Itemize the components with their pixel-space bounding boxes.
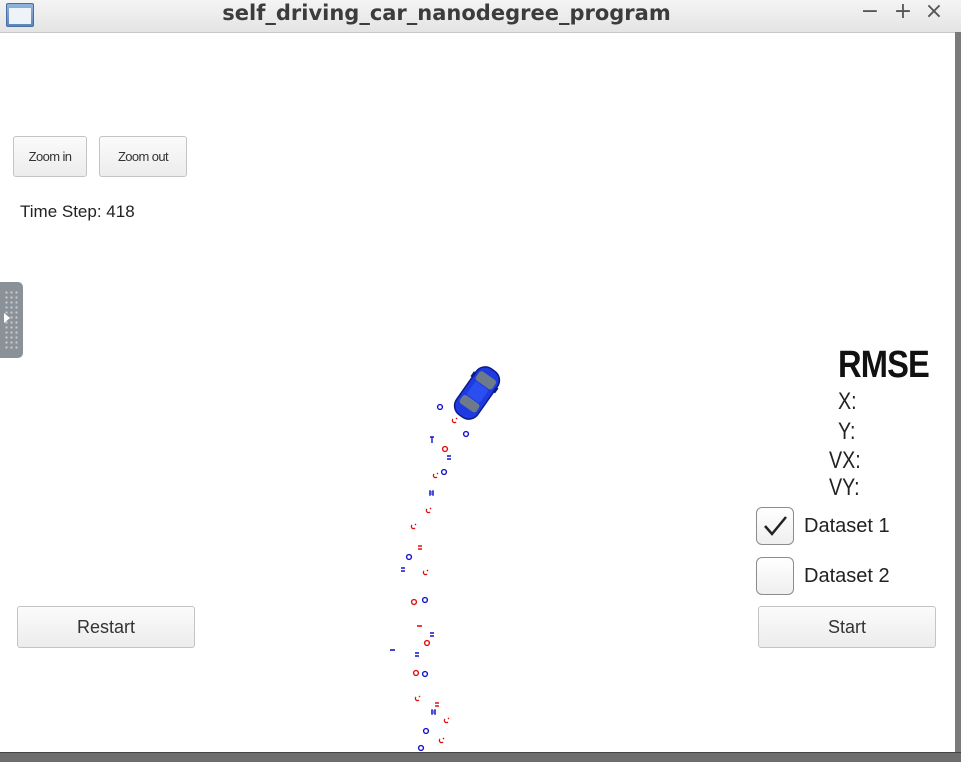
check-icon xyxy=(764,516,787,536)
radar-marker xyxy=(436,403,444,411)
radar-marker xyxy=(417,744,425,752)
radar-marker xyxy=(462,430,470,438)
radar-marker xyxy=(421,596,429,604)
dataset-2-checkbox[interactable] xyxy=(756,557,794,595)
lidar-marker xyxy=(423,639,431,647)
radar-marker xyxy=(405,553,413,561)
dataset-1-label: Dataset 1 xyxy=(804,515,890,537)
rmse-title: RMSE xyxy=(838,344,930,386)
dataset-2-label: Dataset 2 xyxy=(804,565,890,587)
restart-button[interactable]: Restart xyxy=(17,606,195,648)
car-icon xyxy=(453,366,501,420)
zoom-out-button[interactable]: Zoom out xyxy=(99,136,187,177)
measurement-markers xyxy=(390,403,470,752)
lidar-marker xyxy=(432,472,439,479)
lidar-marker xyxy=(422,569,429,576)
rmse-vy-label: VY: xyxy=(829,474,860,501)
time-step-label: Time Step: 418 xyxy=(20,202,135,221)
radar-marker xyxy=(440,468,448,476)
radar-marker xyxy=(447,455,451,460)
zoom-in-button[interactable]: Zoom in xyxy=(13,136,87,177)
radar-marker xyxy=(422,727,430,735)
radar-marker xyxy=(430,436,434,443)
rmse-x-label: X: xyxy=(838,388,857,415)
lidar-marker xyxy=(410,523,417,530)
lidar-marker xyxy=(441,445,449,453)
radar-marker xyxy=(415,652,419,657)
lidar-marker xyxy=(438,737,445,744)
panel-handle-icon[interactable] xyxy=(0,282,23,358)
rmse-vx-label: VX: xyxy=(829,447,861,474)
radar-marker xyxy=(430,632,434,637)
window-right-border xyxy=(955,32,961,761)
lidar-marker xyxy=(451,417,458,424)
lidar-marker xyxy=(435,702,439,707)
radar-marker xyxy=(429,490,434,496)
dataset-1-checkbox[interactable] xyxy=(756,507,794,545)
lidar-marker xyxy=(412,669,420,677)
rmse-y-label: Y: xyxy=(838,418,856,445)
expand-arrow-icon xyxy=(4,313,10,323)
radar-marker xyxy=(401,567,405,572)
lidar-marker xyxy=(414,695,421,702)
radar-marker xyxy=(431,709,436,715)
lidar-marker xyxy=(418,545,422,550)
lidar-marker xyxy=(443,717,450,724)
lidar-marker xyxy=(410,598,418,606)
start-button[interactable]: Start xyxy=(758,606,936,648)
lidar-marker xyxy=(425,507,432,514)
radar-marker xyxy=(421,670,429,678)
